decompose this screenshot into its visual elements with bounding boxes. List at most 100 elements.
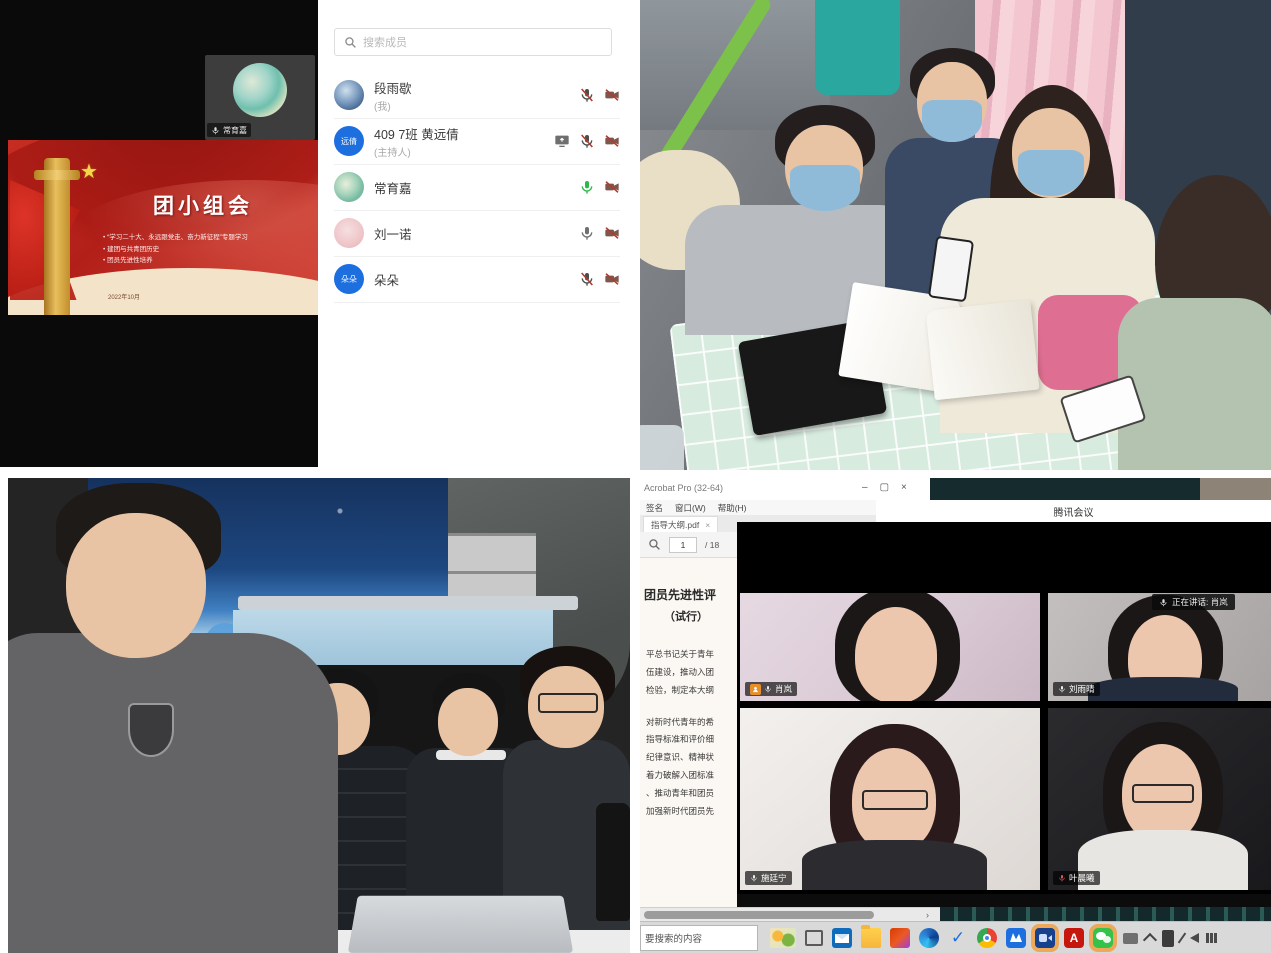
- slide-title: 团小组会: [88, 190, 318, 220]
- meeting-titlebar[interactable]: 腾讯会议: [876, 500, 1271, 523]
- meeting-video-grid: 正在讲话: 肖岚 肖岚 刘雨晴: [737, 522, 1271, 894]
- pdf-line: 、推动青年和团员: [646, 785, 737, 803]
- slide-bullet: 团员先进性培养: [103, 255, 318, 267]
- camera-off-icon[interactable]: [604, 87, 620, 103]
- participant-row[interactable]: 朵朵 朵朵: [334, 256, 620, 303]
- face-mask: [1018, 150, 1084, 196]
- participant-name: 常育嘉: [223, 125, 247, 136]
- video-tile[interactable]: 肖岚: [740, 593, 1040, 701]
- maximize-icon[interactable]: ▢: [880, 482, 889, 494]
- participant-name: 施廷宁: [761, 872, 787, 884]
- chevron-up-icon[interactable]: [1143, 932, 1157, 946]
- person-figure: [1118, 298, 1271, 470]
- hanging-towel: [815, 0, 900, 95]
- page-number-input[interactable]: 1: [669, 537, 697, 553]
- video-tile-name-badge: 肖岚: [745, 682, 797, 696]
- windows-taskbar: 要搜索的内容 ✓ A: [640, 921, 1271, 953]
- open-book: [926, 300, 1040, 400]
- chrome-icon[interactable]: [977, 928, 997, 948]
- page-total-label: / 18: [705, 540, 719, 550]
- person-figure: [1078, 830, 1248, 890]
- close-icon[interactable]: ×: [901, 482, 907, 494]
- participant-name: 叶晨曦: [1069, 872, 1095, 884]
- minimize-icon[interactable]: –: [862, 482, 868, 494]
- document-tab[interactable]: 指导大纲.pdf ×: [643, 516, 718, 533]
- laptop: [348, 896, 573, 953]
- star-icon: ★: [80, 162, 98, 182]
- participant-name: 刘一诺: [374, 224, 579, 243]
- face-mask: [790, 165, 860, 211]
- participant-name: 常育嘉: [374, 178, 579, 197]
- edge-browser-icon[interactable]: [919, 928, 939, 948]
- scrollbar-thumb[interactable]: [644, 911, 874, 919]
- mic-active-icon[interactable]: [579, 179, 595, 195]
- tim-qq-icon[interactable]: [1006, 928, 1026, 948]
- menu-item-sign[interactable]: 签名: [646, 502, 663, 514]
- quadrant-desktop: Acrobat Pro (32-64) – ▢ × 签名 窗口(W) 帮助(H)…: [640, 478, 1271, 953]
- search-input[interactable]: 搜索成员: [334, 28, 612, 56]
- acrobat-icon[interactable]: A: [1064, 928, 1084, 948]
- task-view-icon[interactable]: [805, 930, 823, 946]
- window-controls: – ▢ ×: [862, 482, 907, 494]
- zoom-icon[interactable]: [648, 538, 661, 551]
- horizontal-scrollbar[interactable]: ›: [640, 907, 940, 922]
- bunk-bed-frame: [238, 596, 578, 610]
- person-figure: [8, 633, 338, 953]
- network-icon[interactable]: [1206, 933, 1217, 943]
- menu-item-help[interactable]: 帮助(H): [718, 502, 747, 514]
- sweater-badge: [128, 703, 174, 757]
- mic-muted-icon[interactable]: [579, 87, 595, 103]
- pen-icon[interactable]: [1178, 933, 1187, 944]
- scroll-arrow-icon[interactable]: ›: [926, 910, 929, 920]
- mail-icon[interactable]: [832, 928, 852, 948]
- docs-check-icon[interactable]: ✓: [948, 928, 968, 948]
- participant-row[interactable]: 刘一诺: [334, 210, 620, 257]
- video-tile[interactable]: 叶晨曦: [1048, 708, 1271, 890]
- mic-muted-icon[interactable]: [579, 133, 595, 149]
- background-window-strip: [1200, 478, 1271, 500]
- battery-icon[interactable]: [1162, 930, 1174, 947]
- avatar: [334, 80, 364, 110]
- avatar: [233, 63, 287, 117]
- person-face: [438, 688, 498, 756]
- volume-icon[interactable]: [1190, 933, 1199, 943]
- participant-name: 409 7班 黄远倩: [374, 124, 554, 143]
- camera-off-icon[interactable]: [604, 179, 620, 195]
- participant-row[interactable]: 远倩 409 7班 黄远倩 (主持人): [334, 118, 620, 165]
- pdf-line: 着力破解入团标准: [646, 767, 737, 785]
- news-weather-icon[interactable]: [770, 928, 796, 948]
- screen-share-icon[interactable]: [554, 133, 570, 149]
- photo-dorm-group: [8, 478, 630, 953]
- mic-icon[interactable]: [579, 225, 595, 241]
- background-window-strip: [930, 478, 1200, 500]
- golden-pillar-graphic: [44, 158, 70, 315]
- pdf-line: 检验，制定本大纲: [646, 682, 737, 700]
- mic-icon: [750, 874, 758, 882]
- mic-muted-icon[interactable]: [579, 271, 595, 287]
- acrobat-menubar: 签名 窗口(W) 帮助(H): [640, 500, 882, 515]
- quadrant-meeting-client: ★ 团小组会 “学习二十大、永远跟党走、奋力新征程”专题学习 建团与共青团历史 …: [0, 0, 630, 467]
- video-tile[interactable]: 施廷宁: [740, 708, 1040, 890]
- mic-icon: [1058, 685, 1066, 693]
- menu-item-window[interactable]: 窗口(W): [675, 502, 706, 514]
- camera-off-icon[interactable]: [604, 225, 620, 241]
- pdf-line: 纪律意识、精神状: [646, 749, 737, 767]
- person-face: [855, 607, 937, 701]
- participant-row[interactable]: 常育嘉: [334, 164, 620, 211]
- tencent-meeting-icon[interactable]: [1035, 928, 1055, 948]
- participant-tag: (主持人): [374, 144, 554, 159]
- wechat-icon[interactable]: [1093, 928, 1113, 948]
- taskbar-search-input[interactable]: 要搜索的内容: [640, 925, 758, 951]
- video-tile-self[interactable]: 常育嘉: [205, 55, 315, 140]
- file-explorer-icon[interactable]: [861, 928, 881, 948]
- participant-row[interactable]: 段雨歇 (我): [334, 72, 620, 119]
- ime-indicator-icon[interactable]: [1123, 933, 1138, 944]
- office-icon[interactable]: [890, 928, 910, 948]
- tab-close-icon[interactable]: ×: [705, 520, 710, 530]
- camera-off-icon[interactable]: [604, 271, 620, 287]
- face-mask: [922, 100, 982, 142]
- search-icon: [344, 36, 357, 49]
- meeting-bottom-bar: [737, 894, 1271, 907]
- document-tab-title: 指导大纲.pdf: [651, 519, 699, 531]
- camera-off-icon[interactable]: [604, 133, 620, 149]
